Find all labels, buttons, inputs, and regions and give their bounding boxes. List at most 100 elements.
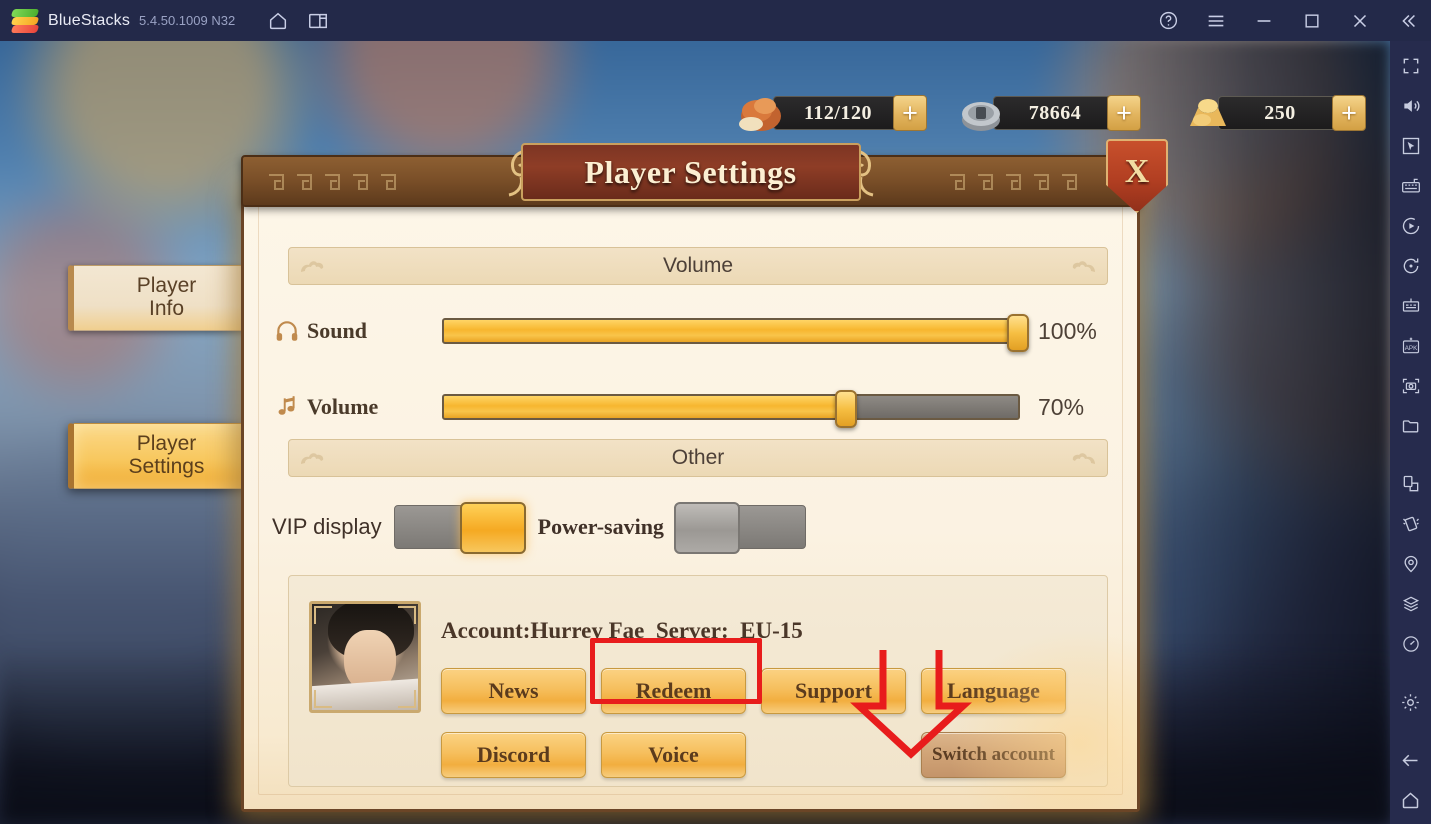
sound-slider-knob[interactable] — [1007, 314, 1029, 352]
dialog-body: Volume Sound 100% Volume 70% Other VIP d… — [241, 182, 1140, 812]
back-arrow-icon[interactable] — [1394, 743, 1428, 777]
eco-mode-icon[interactable] — [1394, 587, 1428, 621]
section-header-volume: Volume — [288, 247, 1108, 285]
volume-percent: 70% — [1038, 393, 1085, 420]
settings-gear-icon[interactable] — [1394, 685, 1428, 719]
account-info-text: Account:Hurrey Fae Server: EU-15 — [441, 618, 803, 643]
account-panel: Account:Hurrey Fae Server: EU-15 News Re… — [288, 575, 1108, 787]
bluestacks-logo-icon — [10, 8, 40, 34]
music-note-icon — [278, 396, 295, 415]
cloud-ornament-icon — [301, 261, 324, 272]
voice-button[interactable]: Voice — [601, 732, 746, 778]
headphones-icon — [276, 321, 298, 341]
collapse-icon[interactable] — [1391, 4, 1425, 38]
silver-value: 78664 — [993, 96, 1113, 130]
close-x-label: X — [1124, 153, 1150, 190]
power-saving-toggle[interactable] — [673, 502, 806, 554]
volume-label-group: Volume — [274, 394, 442, 420]
maximize-icon[interactable] — [1295, 4, 1329, 38]
macro-play-icon[interactable] — [1394, 209, 1428, 243]
sound-slider-track[interactable] — [442, 314, 1029, 352]
food-add-button[interactable]: + — [892, 95, 927, 131]
home-icon[interactable] — [261, 4, 295, 38]
language-button[interactable]: Language — [921, 668, 1066, 714]
support-button[interactable]: Support — [761, 668, 906, 714]
shake-icon[interactable] — [1394, 507, 1428, 541]
titlebar: BlueStacks 5.4.50.1009 N32 — [0, 0, 1431, 41]
install-apk-icon[interactable]: APK — [1394, 329, 1428, 363]
resource-bar: 112/120 + 78664 + 250 + — [0, 41, 1390, 151]
keyboard-controls-icon[interactable] — [1394, 169, 1428, 203]
page-title: Player Settings — [584, 153, 797, 190]
sound-percent: 100% — [1038, 317, 1097, 344]
section-header-other: Other — [288, 439, 1108, 477]
silver-add-button[interactable]: + — [1107, 95, 1141, 131]
switch-account-button[interactable]: Switch account — [921, 732, 1066, 778]
sound-label-group: Sound — [274, 318, 442, 344]
fret-ornament-icon — [269, 174, 396, 190]
minimize-icon[interactable] — [1247, 4, 1281, 38]
avatar-frame-corner — [314, 690, 332, 708]
location-icon[interactable] — [1394, 547, 1428, 581]
silver-resource: 78664 + — [955, 93, 1141, 133]
pointer-icon[interactable] — [1394, 129, 1428, 163]
avatar-frame-corner — [398, 606, 416, 624]
meat-icon — [739, 98, 781, 131]
power-saving-toggle-knob — [673, 502, 740, 554]
side-tabs: Player Info Player Settings — [0, 41, 260, 824]
home-icon[interactable] — [1394, 783, 1428, 817]
volume-icon[interactable] — [1394, 89, 1428, 123]
cloud-ornament-icon — [301, 453, 324, 464]
discord-button[interactable]: Discord — [441, 732, 586, 778]
titlebar-nav-icons — [255, 4, 335, 38]
avatar-frame-corner — [314, 606, 332, 624]
sidebar-item-player-settings[interactable]: Player Settings — [68, 423, 260, 489]
volume-label: Volume — [307, 394, 379, 419]
performance-icon[interactable] — [1394, 627, 1428, 661]
multi-instance-icon[interactable] — [301, 4, 335, 38]
volume-slider-knob[interactable] — [834, 390, 857, 428]
bluestacks-window: BlueStacks 5.4.50.1009 N32 112/120 + 786… — [0, 0, 1431, 824]
multi-instance-manager-icon[interactable] — [1394, 289, 1428, 323]
dialog-title-plate: Player Settings — [520, 143, 861, 201]
cloud-ornament-icon — [1072, 453, 1095, 464]
menu-icon[interactable] — [1199, 4, 1233, 38]
gold-ingot-icon — [1190, 99, 1226, 126]
player-settings-dialog: Volume Sound 100% Volume 70% Other VIP d… — [241, 139, 1168, 812]
dialog-close-button[interactable]: X — [1106, 139, 1168, 213]
gold-resource: 250 + — [1180, 93, 1366, 133]
app-name: BlueStacks — [48, 11, 131, 29]
section-title-other: Other — [671, 446, 725, 469]
media-folder-icon[interactable] — [1394, 409, 1428, 443]
sidebar-toolbar: APK — [1390, 41, 1431, 824]
toggle-row: VIP display Power-saving — [272, 502, 1112, 554]
food-resource: 112/120 + — [735, 93, 927, 133]
redeem-button[interactable]: Redeem — [601, 668, 746, 714]
window-controls — [1137, 4, 1425, 38]
cloud-ornament-icon — [1072, 261, 1095, 272]
vip-display-toggle[interactable] — [393, 502, 526, 554]
gold-value: 250 — [1218, 96, 1338, 130]
news-button[interactable]: News — [441, 668, 586, 714]
help-icon[interactable] — [1151, 4, 1185, 38]
section-title-volume: Volume — [662, 254, 734, 277]
rotate-icon[interactable] — [1394, 249, 1428, 283]
vip-display-toggle-knob — [459, 502, 526, 554]
fret-ornament-icon — [950, 174, 1077, 190]
gold-add-button[interactable]: + — [1332, 95, 1366, 131]
dialog-header: Player Settings X — [241, 139, 1168, 213]
avatar[interactable] — [309, 601, 421, 713]
svg-text:APK: APK — [1404, 345, 1417, 352]
volume-slider-fill — [444, 396, 846, 418]
sound-slider-fill — [444, 320, 1018, 342]
vip-display-label: VIP display — [272, 514, 382, 539]
fullscreen-icon[interactable] — [1394, 49, 1428, 83]
close-icon[interactable] — [1343, 4, 1377, 38]
food-value: 112/120 — [773, 96, 899, 130]
power-saving-label: Power-saving — [537, 514, 664, 539]
sidebar-item-player-info[interactable]: Player Info — [68, 265, 260, 331]
screenshot-icon[interactable] — [1394, 369, 1428, 403]
copy-paste-icon[interactable] — [1394, 467, 1428, 501]
volume-slider-track[interactable] — [442, 390, 1020, 428]
sound-slider-row: Sound 100% — [274, 309, 1114, 353]
